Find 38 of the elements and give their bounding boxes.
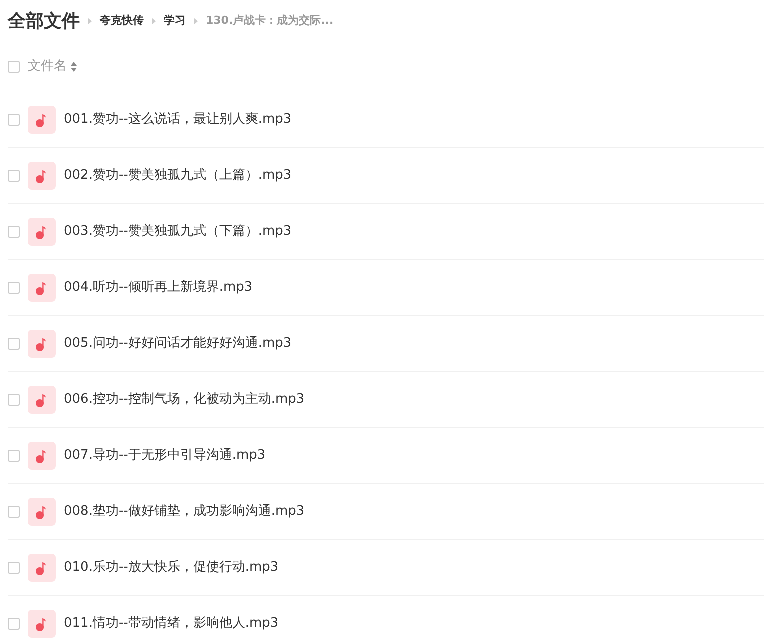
music-file-icon — [28, 106, 56, 134]
breadcrumb-separator-icon — [194, 18, 198, 24]
breadcrumb-link[interactable]: 学习 — [164, 12, 186, 30]
file-name[interactable]: 010.乐功--放大快乐，促使行动.mp3 — [64, 558, 279, 578]
row-checkbox[interactable] — [8, 170, 20, 182]
breadcrumb-link[interactable]: 夸克快传 — [100, 12, 144, 30]
music-file-icon — [28, 442, 56, 470]
file-name[interactable]: 011.情功--带动情绪，影响他人.mp3 — [64, 614, 279, 634]
row-checkbox[interactable] — [8, 450, 20, 462]
file-name[interactable]: 001.赞功--这么说话，最让别人爽.mp3 — [64, 110, 292, 130]
music-file-icon — [28, 554, 56, 582]
music-file-icon — [28, 610, 56, 638]
file-name[interactable]: 006.控功--控制气场，化被动为主动.mp3 — [64, 390, 305, 410]
file-name[interactable]: 005.问功--好好问话才能好好沟通.mp3 — [64, 334, 292, 354]
row-checkbox[interactable] — [8, 618, 20, 630]
row-checkbox[interactable] — [8, 226, 20, 238]
row-checkbox[interactable] — [8, 394, 20, 406]
music-file-icon — [28, 274, 56, 302]
music-file-icon — [28, 330, 56, 358]
file-name[interactable]: 002.赞功--赞美独孤九式（上篇）.mp3 — [64, 166, 292, 186]
page-title: 全部文件 — [8, 10, 80, 34]
file-name[interactable]: 004.听功--倾听再上新境界.mp3 — [64, 278, 253, 298]
breadcrumb-separator-icon — [152, 18, 156, 24]
sort-icon[interactable] — [71, 62, 77, 72]
file-name[interactable]: 008.垫功--做好铺垫，成功影响沟通.mp3 — [64, 502, 305, 522]
breadcrumb-separator-icon — [88, 18, 92, 24]
file-name[interactable]: 003.赞功--赞美独孤九式（下篇）.mp3 — [64, 222, 292, 242]
row-checkbox[interactable] — [8, 562, 20, 574]
music-file-icon — [28, 498, 56, 526]
music-file-icon — [28, 162, 56, 190]
file-name[interactable]: 007.导功--于无形中引导沟通.mp3 — [64, 446, 266, 466]
row-checkbox[interactable] — [8, 506, 20, 518]
select-all-checkbox[interactable] — [8, 61, 20, 73]
music-file-icon — [28, 386, 56, 414]
row-checkbox[interactable] — [8, 114, 20, 126]
music-file-icon — [28, 218, 56, 246]
row-checkbox[interactable] — [8, 338, 20, 350]
row-checkbox[interactable] — [8, 282, 20, 294]
